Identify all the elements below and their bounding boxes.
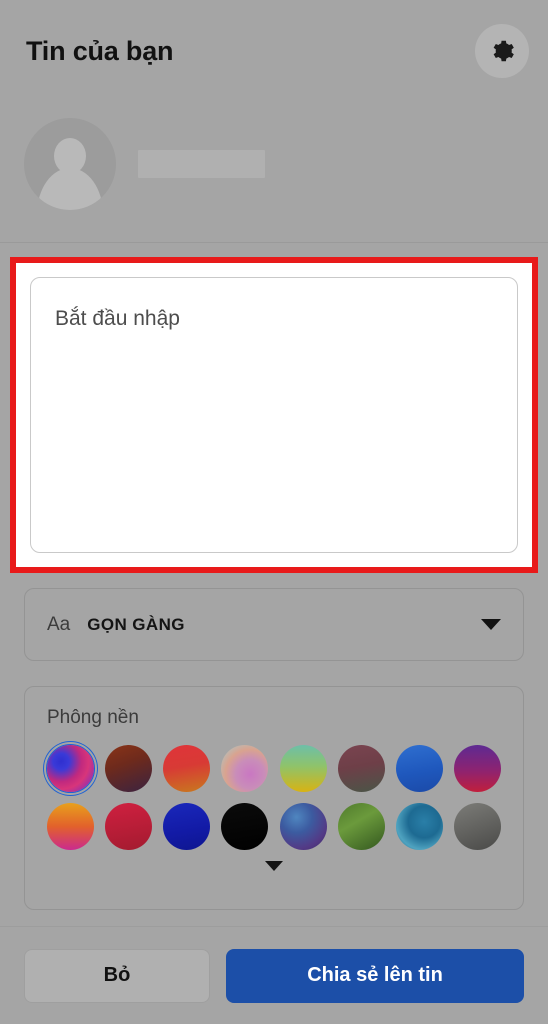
selected-font-label: GỌN GÀNG [87, 614, 185, 634]
background-swatch-purple-crimson[interactable] [453, 745, 501, 792]
background-swatch-royal-blue[interactable] [395, 745, 443, 792]
expand-backgrounds-button[interactable] [47, 861, 501, 871]
background-swatch-crimson-red[interactable] [105, 803, 153, 850]
aa-icon: Aa [47, 613, 71, 635]
page-title: Tin của bạn [26, 36, 174, 66]
footer-actions: Bỏ Chia sẻ lên tin [0, 926, 548, 1024]
background-swatch-pastel-teal-pink[interactable] [221, 745, 269, 792]
background-swatch-teal-yellow[interactable] [279, 745, 327, 792]
background-picker-title: Phông nền [47, 707, 139, 728]
background-swatch-dark-maroon[interactable] [105, 745, 153, 792]
background-swatch-deep-blue[interactable] [163, 803, 211, 850]
background-swatch-blue-purple-nebula[interactable] [279, 803, 327, 850]
composer-body: Bắt đầu nhập Aa GỌN GÀNG Phông nền [0, 243, 548, 926]
settings-button[interactable] [475, 24, 529, 78]
background-swatch-gray-stone[interactable] [453, 803, 501, 850]
background-swatch-blue-magenta-swirl[interactable] [44, 742, 97, 795]
font-selector[interactable]: Aa GỌN GÀNG [24, 588, 524, 661]
background-swatch-red-orange[interactable] [163, 745, 211, 792]
discard-button[interactable]: Bỏ [24, 948, 210, 1003]
background-swatch-orange-magenta[interactable] [47, 803, 94, 850]
annotation-highlight: Bắt đầu nhập [10, 257, 538, 573]
chevron-down-icon [265, 861, 283, 871]
avatar [24, 118, 116, 210]
header: Tin của bạn [0, 0, 548, 243]
chevron-down-icon [481, 619, 501, 630]
profile-row [24, 118, 265, 210]
user-name [138, 150, 265, 178]
gear-icon [489, 38, 515, 64]
background-swatch-row-2 [47, 803, 501, 850]
background-swatch-row-1 [44, 742, 501, 795]
background-swatch-green-foliage[interactable] [337, 803, 385, 850]
story-text-input[interactable]: Bắt đầu nhập [30, 277, 518, 553]
share-to-story-button[interactable]: Chia sẻ lên tin [226, 948, 524, 1003]
background-swatch-muted-maroon-green[interactable] [337, 745, 385, 792]
background-picker-card: Phông nền [24, 686, 524, 910]
story-composer-screen: Tin của bạn Bắt đầu nhập Aa GỌN GÀNG Phô… [0, 0, 548, 1024]
background-swatch-teal-ocean[interactable] [395, 803, 443, 850]
background-swatch-black[interactable] [221, 803, 269, 850]
story-text-placeholder: Bắt đầu nhập [55, 307, 180, 330]
